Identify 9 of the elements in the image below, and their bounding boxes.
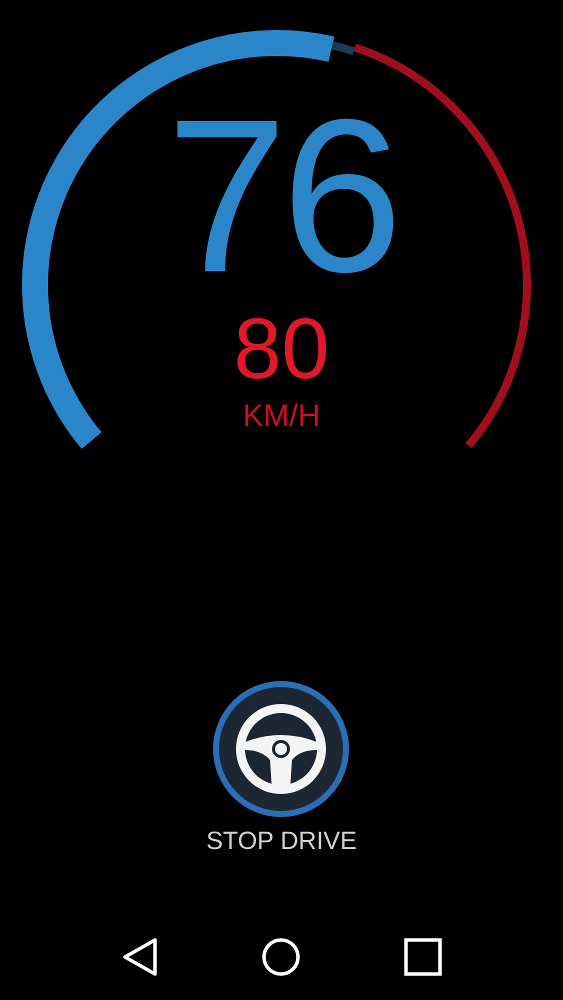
gauge-track bbox=[331, 41, 356, 56]
steering-wheel-icon bbox=[212, 680, 350, 818]
stop-drive-button[interactable]: STOP DRIVE bbox=[206, 680, 357, 856]
speed-value: 76 bbox=[166, 92, 397, 302]
speed-unit: KM/H bbox=[242, 398, 320, 434]
recents-icon[interactable] bbox=[404, 938, 442, 976]
back-icon[interactable] bbox=[122, 937, 158, 977]
home-icon[interactable] bbox=[260, 937, 300, 977]
speed-limit: 80 bbox=[234, 304, 330, 394]
